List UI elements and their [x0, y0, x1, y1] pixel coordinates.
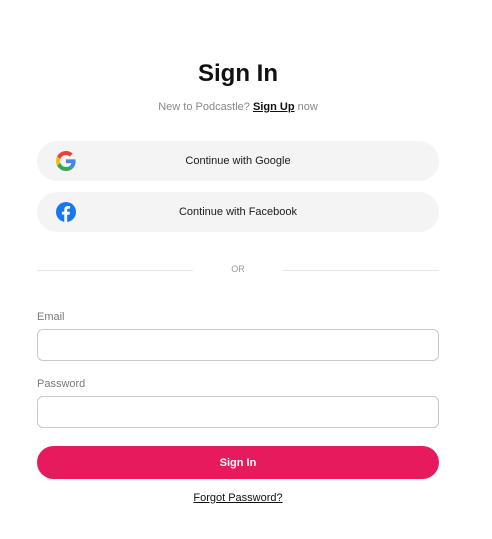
forgot-password-link[interactable]: Forgot Password? — [0, 492, 476, 504]
divider-or-text: OR — [231, 264, 245, 274]
google-icon — [56, 151, 76, 171]
sign-in-button[interactable]: Sign In — [37, 446, 439, 479]
continue-with-google-button[interactable]: Continue with Google — [37, 141, 439, 181]
signup-prompt-prefix: New to Podcastle? — [158, 101, 253, 113]
facebook-icon — [56, 202, 76, 222]
email-label: Email — [37, 311, 65, 323]
continue-with-facebook-button[interactable]: Continue with Facebook — [37, 192, 439, 232]
google-button-label: Continue with Google — [185, 155, 291, 167]
divider-line-right — [283, 270, 439, 271]
signup-link[interactable]: Sign Up — [253, 101, 295, 113]
email-field[interactable] — [37, 329, 439, 361]
password-label: Password — [37, 378, 86, 390]
password-field[interactable] — [37, 396, 439, 428]
signup-prompt-suffix: now — [294, 101, 318, 113]
facebook-button-label: Continue with Facebook — [178, 206, 297, 218]
page-title: Sign In — [198, 60, 278, 87]
signup-prompt: New to Podcastle? Sign Up now — [0, 101, 476, 113]
divider-line-left — [37, 270, 193, 271]
